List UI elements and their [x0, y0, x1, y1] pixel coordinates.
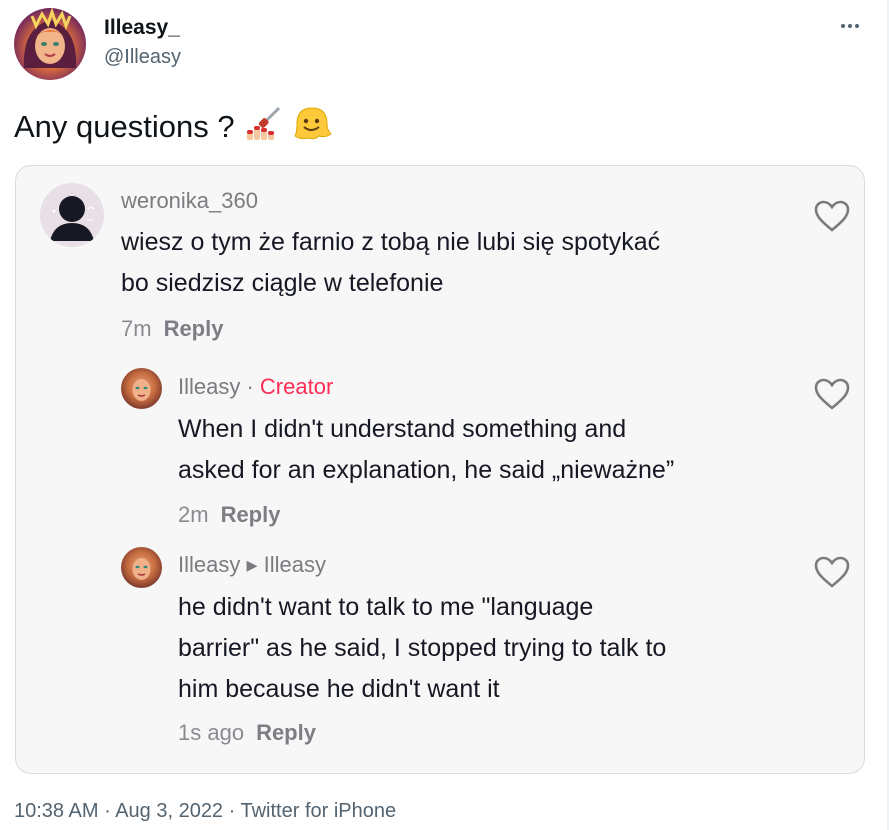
- author-handle[interactable]: @Illeasy: [104, 46, 181, 69]
- author-display-name[interactable]: Illeasy_: [104, 16, 180, 40]
- comment-time: 1s ago: [178, 720, 245, 745]
- comment-time: 2m: [178, 502, 209, 527]
- tweet-text-content: Any questions ?: [14, 109, 235, 144]
- comment-meta: 2m Reply: [178, 502, 280, 528]
- comment-meta: 7m Reply: [121, 316, 223, 342]
- reply-button[interactable]: Reply: [221, 502, 281, 527]
- separator-dot: ·: [98, 800, 116, 822]
- tweet-footer: 10:38 AM · Aug 3, 2022 · Twitter for iPh…: [14, 800, 396, 823]
- nail-polish-emoji-icon: [243, 104, 283, 150]
- like-heart-icon[interactable]: [813, 377, 851, 411]
- default-avatar-icon: [40, 183, 104, 247]
- separator-dot: ·: [240, 374, 260, 399]
- melting-face-emoji-icon: [291, 104, 333, 150]
- comment-time: 7m: [121, 316, 152, 341]
- reply-arrow-icon: ▸: [240, 552, 264, 577]
- like-heart-icon[interactable]: [813, 199, 851, 233]
- creator-badge: Creator: [259, 374, 334, 399]
- reply-to-username[interactable]: Illeasy: [264, 552, 326, 577]
- comment-text: wiesz o tym że farnio z tobą nie lubi si…: [121, 228, 661, 297]
- author-avatar[interactable]: [14, 8, 86, 80]
- comment-username[interactable]: Illeasy: [178, 374, 240, 399]
- comment-username[interactable]: Illeasy: [178, 552, 240, 577]
- like-heart-icon[interactable]: [813, 555, 851, 589]
- comment-username[interactable]: weronika_360: [121, 188, 258, 214]
- reply-button[interactable]: Reply: [256, 720, 316, 745]
- separator-dot: ·: [223, 800, 241, 822]
- more-options-icon[interactable]: [834, 14, 866, 38]
- tweet-text: Any questions ?: [14, 104, 333, 150]
- tweet-source[interactable]: Twitter for iPhone: [240, 800, 396, 822]
- comment-header: Illeasy ▸ Illeasy: [178, 552, 326, 578]
- creator-avatar-icon: [121, 368, 162, 409]
- comment-meta: 1s ago Reply: [178, 720, 316, 746]
- comment-header: Illeasy · Creator: [178, 374, 333, 400]
- comment-text: he didn't want to talk to me "language b…: [178, 593, 667, 703]
- tweet-date[interactable]: Aug 3, 2022: [115, 800, 223, 822]
- reply-button[interactable]: Reply: [164, 316, 224, 341]
- author-avatar-icon: [23, 8, 77, 68]
- creator-avatar-icon: [121, 547, 162, 588]
- tweet-time[interactable]: 10:38 AM: [14, 800, 99, 822]
- embedded-image[interactable]: weronika_360 wiesz o tym że farnio z tob…: [15, 165, 865, 774]
- comment-text: When I didn't understand something and a…: [178, 415, 675, 484]
